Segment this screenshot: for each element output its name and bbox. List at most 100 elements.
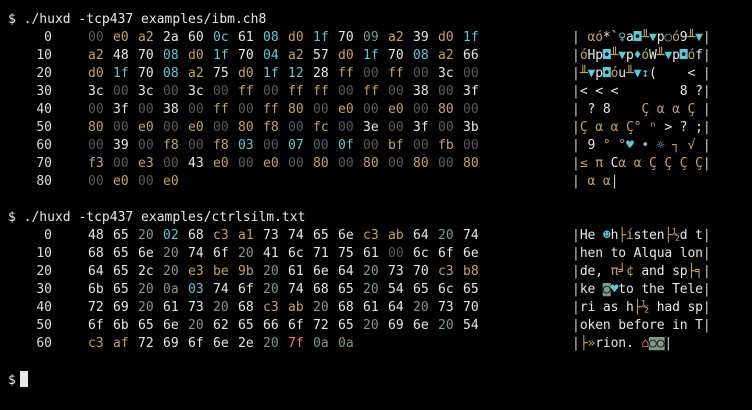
hex-byte: 20 xyxy=(363,282,379,297)
hex-byte: 1f xyxy=(213,48,229,63)
ascii-column: |< < < 8 ?| xyxy=(572,83,711,101)
ascii-text: ├»rion. ⌂◙◙ xyxy=(579,336,665,351)
hex-byte: 70 xyxy=(138,48,154,63)
hex-byte: 20 xyxy=(363,264,379,279)
ascii-border: | xyxy=(572,318,580,333)
hex-byte: 6b xyxy=(88,282,104,297)
hex-byte: 00 xyxy=(288,120,304,135)
hex-byte: 00 xyxy=(88,138,104,153)
hexdump-row: 50 6f 6b 65 6e 20 62 65 66 6f 72 65 20 69 6e 20 54 |oken … xyxy=(8,317,748,335)
hex-byte: e0 xyxy=(263,156,279,171)
active-prompt-line[interactable]: $ xyxy=(8,371,748,389)
hex-byte: 64 xyxy=(88,264,104,279)
hex-byte: 80 xyxy=(463,156,479,171)
row-offset: 0 xyxy=(44,30,52,45)
hex-byte: 68 xyxy=(238,300,254,315)
ascii-border: | xyxy=(572,228,580,243)
hex-byte: 00 xyxy=(363,102,379,117)
hex-byte: ff xyxy=(313,84,329,99)
hex-byte: e0 xyxy=(113,30,129,45)
ascii-column: | α α| xyxy=(572,173,618,191)
hex-byte: 65 xyxy=(313,228,329,243)
hex-byte: 80 xyxy=(413,156,429,171)
hex-byte: 0f xyxy=(338,138,354,153)
hex-byte: 6f xyxy=(213,246,229,261)
hex-byte: e0 xyxy=(138,120,154,135)
prompt: $ xyxy=(8,12,16,27)
hex-byte: 00 xyxy=(88,174,104,189)
hexdump-row: 40 00 3f 00 38 00 ff 00 ff 80 00 e0 00 e0 00 80 00 | ? 8 … xyxy=(8,101,748,119)
hex-byte: 3c xyxy=(138,84,154,99)
hex-byte: 00 xyxy=(338,120,354,135)
hex-byte: 00 xyxy=(113,120,129,135)
hex-byte: 6f xyxy=(438,246,454,261)
hex-byte: 09 xyxy=(363,30,379,45)
row-offset: 30 xyxy=(36,282,52,297)
hex-byte: 38 xyxy=(413,84,429,99)
ascii-border: | xyxy=(572,282,580,297)
hex-byte: 6f xyxy=(288,318,304,333)
hex-byte: 00 xyxy=(388,156,404,171)
hex-byte: 08 xyxy=(263,30,279,45)
hex-byte: d0 xyxy=(188,48,204,63)
hex-byte: 6e xyxy=(413,318,429,333)
hex-byte: e0 xyxy=(113,174,129,189)
hex-byte: 00 xyxy=(213,84,229,99)
hex-byte: 68 xyxy=(88,246,104,261)
hex-byte: 80 xyxy=(238,120,254,135)
hex-byte: 03 xyxy=(188,282,204,297)
hex-byte: 61 xyxy=(163,300,179,315)
hex-bytes: 80 00 e0 00 e0 00 80 f8 00 fc 00 3e 00 3f 00 3b xyxy=(88,119,488,137)
hex-byte: a2 xyxy=(288,48,304,63)
hex-byte: 65 xyxy=(413,282,429,297)
hex-byte: 00 xyxy=(313,138,329,153)
hex-byte: a2 xyxy=(388,30,404,45)
hex-byte: 20 xyxy=(138,282,154,297)
hex-bytes: c3 af 72 69 6f 6e 2e 20 7f 0a 0a xyxy=(88,335,363,353)
hex-byte: 69 xyxy=(113,300,129,315)
ascii-border: | xyxy=(572,66,580,81)
ascii-border: | xyxy=(702,264,711,279)
hex-byte: 08 xyxy=(413,48,429,63)
hex-byte: af xyxy=(113,336,129,351)
hex-byte: 07 xyxy=(288,138,304,153)
hex-byte: 00 xyxy=(263,138,279,153)
hex-byte: 20 xyxy=(263,336,279,351)
ascii-border: | xyxy=(702,156,711,171)
hex-byte: 00 xyxy=(138,174,154,189)
hexdump-row: 10 68 65 6e 20 74 6f 20 41 6c 71 75 61 00 6c 6f 6e |hen t… xyxy=(8,245,748,263)
hex-bytes: 00 e0 00 e0 xyxy=(88,173,188,191)
hex-byte: 04 xyxy=(263,48,279,63)
hex-byte: 61 xyxy=(363,246,379,261)
hex-byte: c3 xyxy=(438,264,454,279)
hex-byte: 00 xyxy=(238,102,254,117)
command-text: ./huxd -tcp437 examples/ibm.ch8 xyxy=(23,12,267,27)
hexdump-row: 60 00 39 00 f8 00 f8 03 00 07 00 0f 00 bf 00 fb 00 | 9 ° … xyxy=(8,137,748,155)
hex-bytes: 48 65 20 02 68 c3 a1 73 74 65 6e c3 ab 64 20 74 xyxy=(88,227,488,245)
hex-byte: e3 xyxy=(188,264,204,279)
hex-byte: ff xyxy=(213,102,229,117)
command-line-2: $ ./huxd -tcp437 examples/ctrlsilm.txt xyxy=(8,209,748,227)
hex-byte: 73 xyxy=(188,300,204,315)
hex-byte: e0 xyxy=(213,156,229,171)
ascii-border: | xyxy=(572,30,580,45)
hex-byte: 20 xyxy=(138,228,154,243)
hex-byte: 70 xyxy=(238,48,254,63)
hex-byte: 00 xyxy=(238,156,254,171)
row-offset: 70 xyxy=(36,156,52,171)
hex-byte: 00 xyxy=(413,66,429,81)
hex-byte: e0 xyxy=(338,102,354,117)
hex-byte: 3c xyxy=(438,66,454,81)
hex-byte: 65 xyxy=(238,318,254,333)
hexdump-row: 40 72 69 20 61 73 20 68 c3 ab 20 68 61 64 20 73 70 |ri as… xyxy=(8,299,748,317)
hex-byte: 80 xyxy=(363,156,379,171)
hex-byte: 00 xyxy=(438,156,454,171)
hex-byte: f8 xyxy=(263,120,279,135)
hex-byte: 20 xyxy=(163,246,179,261)
ascii-border: | xyxy=(702,48,711,63)
hex-byte: 6e xyxy=(313,264,329,279)
hexdump-row: 0 00 e0 a2 2a 60 0c 61 08 d0 1f 70 09 a2 39 d0 1f | αó*`♀… xyxy=(8,29,748,47)
ascii-text: ? 8 Ç α α Ç xyxy=(587,102,696,117)
hex-byte: e3 xyxy=(138,156,154,171)
text-cursor[interactable] xyxy=(19,371,28,387)
